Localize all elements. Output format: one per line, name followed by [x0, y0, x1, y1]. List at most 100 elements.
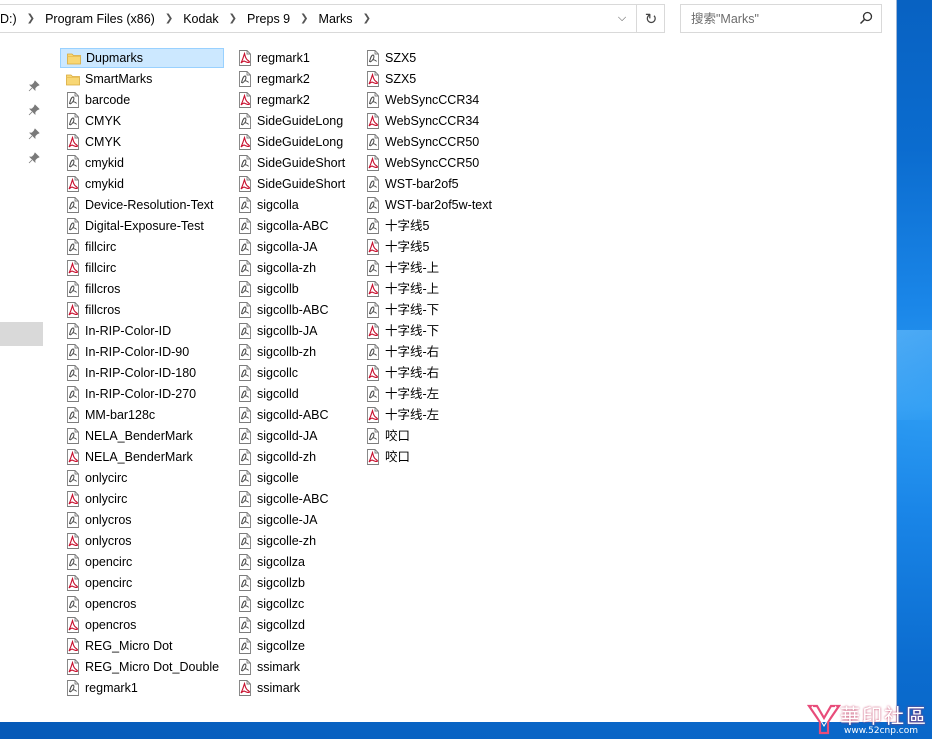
file-item[interactable]: ssimark — [232, 678, 356, 698]
file-item[interactable]: REG_Micro Dot_Double — [60, 657, 224, 677]
file-item[interactable]: SZX5 — [360, 69, 510, 89]
file-item[interactable]: Device-Resolution-Text — [60, 195, 224, 215]
file-item[interactable]: sigcolld-ABC — [232, 405, 356, 425]
file-item[interactable]: opencirc — [60, 552, 224, 572]
nav-item-selected[interactable] — [0, 322, 43, 346]
file-item[interactable]: NELA_BenderMark — [60, 447, 224, 467]
file-item[interactable]: sigcolle-zh — [232, 531, 356, 551]
file-item[interactable]: SideGuideShort — [232, 174, 356, 194]
chevron-right-icon[interactable]: ❯ — [27, 13, 35, 24]
file-item[interactable]: 十字线-左 — [360, 384, 510, 404]
file-item[interactable]: sigcolla-ABC — [232, 216, 356, 236]
file-item[interactable]: WST-bar2of5w-text — [360, 195, 510, 215]
file-item[interactable]: fillcros — [60, 300, 224, 320]
file-item[interactable]: NELA_BenderMark — [60, 426, 224, 446]
search-icon[interactable] — [859, 11, 873, 25]
file-item[interactable]: sigcolla — [232, 195, 356, 215]
chevron-down-icon[interactable]: ⌵ — [610, 5, 634, 32]
file-item[interactable]: SideGuideShort — [232, 153, 356, 173]
file-item[interactable]: sigcollza — [232, 552, 356, 572]
file-item[interactable]: WebSyncCCR50 — [360, 153, 510, 173]
file-item[interactable]: sigcolle-ABC — [232, 489, 356, 509]
file-item[interactable]: cmykid — [60, 153, 224, 173]
file-item[interactable]: 十字线-上 — [360, 279, 510, 299]
file-item[interactable]: WebSyncCCR34 — [360, 90, 510, 110]
folder-item[interactable]: SmartMarks — [60, 69, 224, 89]
file-item[interactable]: cmykid — [60, 174, 224, 194]
file-item[interactable]: onlycros — [60, 510, 224, 530]
search-box[interactable] — [680, 4, 882, 33]
refresh-icon[interactable]: ↻ — [636, 5, 665, 32]
file-item[interactable]: 十字线-右 — [360, 363, 510, 383]
file-item[interactable]: 十字线-下 — [360, 321, 510, 341]
file-item[interactable]: sigcollb-ABC — [232, 300, 356, 320]
file-item[interactable]: onlycros — [60, 531, 224, 551]
pin-icon[interactable] — [28, 128, 40, 140]
file-item[interactable]: WST-bar2of5 — [360, 174, 510, 194]
breadcrumb-preps[interactable]: Preps 9 — [247, 12, 290, 26]
file-item[interactable]: fillcirc — [60, 237, 224, 257]
file-item[interactable]: 咬口 — [360, 447, 510, 467]
file-item[interactable]: sigcollzd — [232, 615, 356, 635]
file-item[interactable]: WebSyncCCR34 — [360, 111, 510, 131]
file-item[interactable]: CMYK — [60, 132, 224, 152]
file-item[interactable]: sigcolle-JA — [232, 510, 356, 530]
breadcrumb-program-files[interactable]: Program Files (x86) — [45, 12, 155, 26]
navigation-pane[interactable] — [0, 38, 44, 722]
pin-icon[interactable] — [28, 104, 40, 116]
address-bar[interactable]: D:) ❯ Program Files (x86) ❯ Kodak ❯ Prep… — [0, 4, 665, 33]
file-item[interactable]: sigcolld-JA — [232, 426, 356, 446]
file-item[interactable]: In-RIP-Color-ID-180 — [60, 363, 224, 383]
pin-icon[interactable] — [28, 80, 40, 92]
file-item[interactable]: sigcollb — [232, 279, 356, 299]
file-item[interactable]: SZX5 — [360, 48, 510, 68]
file-item[interactable]: SideGuideLong — [232, 111, 356, 131]
file-item[interactable]: barcode — [60, 90, 224, 110]
file-item[interactable]: MM-bar128c — [60, 405, 224, 425]
pin-icon[interactable] — [28, 152, 40, 164]
file-item[interactable]: Digital-Exposure-Test — [60, 216, 224, 236]
file-item[interactable]: sigcolld — [232, 384, 356, 404]
file-item[interactable]: sigcollc — [232, 363, 356, 383]
file-item[interactable]: ssimark — [232, 657, 356, 677]
file-item[interactable]: 十字线5 — [360, 216, 510, 236]
file-item[interactable]: 十字线-下 — [360, 300, 510, 320]
file-item[interactable]: sigcollze — [232, 636, 356, 656]
breadcrumb-drive[interactable]: D:) — [0, 12, 17, 26]
file-item[interactable]: regmark2 — [232, 69, 356, 89]
chevron-right-icon[interactable]: ❯ — [229, 13, 237, 24]
file-item[interactable]: sigcolle — [232, 468, 356, 488]
file-item[interactable]: onlycirc — [60, 468, 224, 488]
file-item[interactable]: opencros — [60, 594, 224, 614]
file-item[interactable]: 十字线-右 — [360, 342, 510, 362]
file-item[interactable]: opencros — [60, 615, 224, 635]
file-item[interactable]: sigcolla-JA — [232, 237, 356, 257]
file-item[interactable]: onlycirc — [60, 489, 224, 509]
file-item[interactable]: sigcollzc — [232, 594, 356, 614]
chevron-right-icon[interactable]: ❯ — [363, 13, 371, 24]
search-input[interactable] — [689, 10, 853, 27]
file-item[interactable]: sigcollb-JA — [232, 321, 356, 341]
file-item[interactable]: sigcollb-zh — [232, 342, 356, 362]
file-item[interactable]: In-RIP-Color-ID — [60, 321, 224, 341]
file-item[interactable]: WebSyncCCR50 — [360, 132, 510, 152]
breadcrumb-marks[interactable]: Marks — [319, 12, 353, 26]
file-item[interactable]: fillcros — [60, 279, 224, 299]
chevron-right-icon[interactable]: ❯ — [165, 13, 173, 24]
file-item[interactable]: CMYK — [60, 111, 224, 131]
file-item[interactable]: 十字线5 — [360, 237, 510, 257]
file-item[interactable]: regmark2 — [232, 90, 356, 110]
file-item[interactable]: 十字线-上 — [360, 258, 510, 278]
file-item[interactable]: SideGuideLong — [232, 132, 356, 152]
file-item[interactable]: fillcirc — [60, 258, 224, 278]
file-item[interactable]: sigcolld-zh — [232, 447, 356, 467]
file-item[interactable]: 咬口 — [360, 426, 510, 446]
file-item[interactable]: In-RIP-Color-ID-270 — [60, 384, 224, 404]
file-item[interactable]: In-RIP-Color-ID-90 — [60, 342, 224, 362]
file-item[interactable]: opencirc — [60, 573, 224, 593]
file-item[interactable]: regmark1 — [232, 48, 356, 68]
file-item[interactable]: 十字线-左 — [360, 405, 510, 425]
file-list[interactable]: Dupmarks SmartMarks barcode CMYK CMYK cmykid c… — [60, 48, 620, 708]
file-item[interactable]: sigcolla-zh — [232, 258, 356, 278]
file-item[interactable]: sigcollzb — [232, 573, 356, 593]
